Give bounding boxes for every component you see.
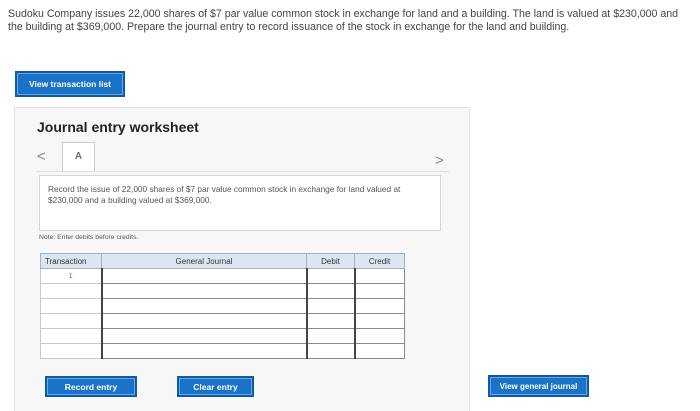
description-box: Record the issue of 22,000 shares of $7 …	[39, 175, 441, 231]
question-text: Sudoku Company issues 22,000 shares of $…	[8, 8, 679, 33]
debit-input-cell[interactable]	[305, 313, 355, 329]
view-transaction-list-button[interactable]: View transaction list	[15, 71, 125, 97]
credit-input-cell[interactable]	[353, 268, 405, 284]
journal-entry-worksheet: Journal entry worksheet < A > Record the…	[14, 107, 470, 411]
account-input-cell[interactable]	[100, 313, 307, 329]
account-input-cell[interactable]	[100, 268, 307, 284]
chevron-right-icon[interactable]: >	[435, 152, 444, 169]
view-general-journal-button[interactable]: View general journal	[488, 375, 589, 397]
credit-input[interactable]	[355, 299, 404, 313]
credit-input[interactable]	[355, 284, 404, 298]
transaction-cell	[40, 298, 102, 314]
account-input-cell[interactable]	[100, 328, 307, 344]
header-general-journal: General Journal	[101, 253, 307, 269]
transaction-cell	[40, 283, 102, 299]
credit-input-cell[interactable]	[353, 313, 405, 329]
debit-input[interactable]	[307, 329, 354, 343]
account-input[interactable]	[102, 314, 306, 328]
credit-input[interactable]	[355, 269, 404, 283]
note-text: Note: Enter debits before credits.	[39, 234, 139, 241]
credit-input-cell[interactable]	[353, 283, 405, 299]
account-input-cell[interactable]	[100, 283, 307, 299]
credit-input-cell[interactable]	[353, 343, 405, 359]
header-debit: Debit	[306, 253, 355, 269]
debit-input-cell[interactable]	[305, 328, 355, 344]
header-transaction: Transaction	[40, 253, 102, 269]
header-credit: Credit	[354, 253, 405, 269]
credit-input-cell[interactable]	[353, 328, 405, 344]
transaction-cell	[40, 313, 102, 329]
account-input-cell[interactable]	[100, 298, 307, 314]
debit-input-cell[interactable]	[305, 298, 355, 314]
transaction-cell	[40, 343, 102, 359]
record-entry-button[interactable]: Record entry	[45, 376, 137, 397]
tab-a[interactable]: A	[62, 142, 95, 172]
account-input[interactable]	[102, 284, 306, 298]
debit-input[interactable]	[307, 284, 354, 298]
credit-input-cell[interactable]	[353, 298, 405, 314]
credit-input[interactable]	[355, 314, 404, 328]
table-row	[40, 328, 405, 344]
account-input[interactable]	[102, 269, 306, 283]
debit-input[interactable]	[307, 344, 354, 358]
account-input-cell[interactable]	[100, 343, 307, 359]
chevron-left-icon[interactable]: <	[37, 148, 46, 165]
description-text: Record the issue of 22,000 shares of $7 …	[48, 184, 401, 205]
table-row: 1	[40, 268, 405, 284]
account-input[interactable]	[102, 299, 306, 313]
table-row	[40, 298, 405, 314]
table-row	[40, 343, 405, 359]
credit-input[interactable]	[355, 344, 404, 358]
tab-divider	[37, 171, 449, 172]
account-input[interactable]	[102, 329, 306, 343]
worksheet-title: Journal entry worksheet	[37, 119, 199, 135]
debit-input[interactable]	[307, 299, 354, 313]
debit-input-cell[interactable]	[305, 268, 355, 284]
transaction-cell: 1	[40, 268, 102, 284]
debit-input-cell[interactable]	[305, 343, 355, 359]
debit-input[interactable]	[307, 314, 354, 328]
transaction-cell	[40, 328, 102, 344]
account-input[interactable]	[102, 344, 306, 358]
debit-input-cell[interactable]	[305, 283, 355, 299]
clear-entry-button[interactable]: Clear entry	[177, 376, 254, 397]
table-row	[40, 283, 405, 299]
journal-table: Transaction General Journal Debit Credit…	[40, 253, 405, 359]
debit-input[interactable]	[307, 269, 354, 283]
table-row	[40, 313, 405, 329]
credit-input[interactable]	[355, 329, 404, 343]
